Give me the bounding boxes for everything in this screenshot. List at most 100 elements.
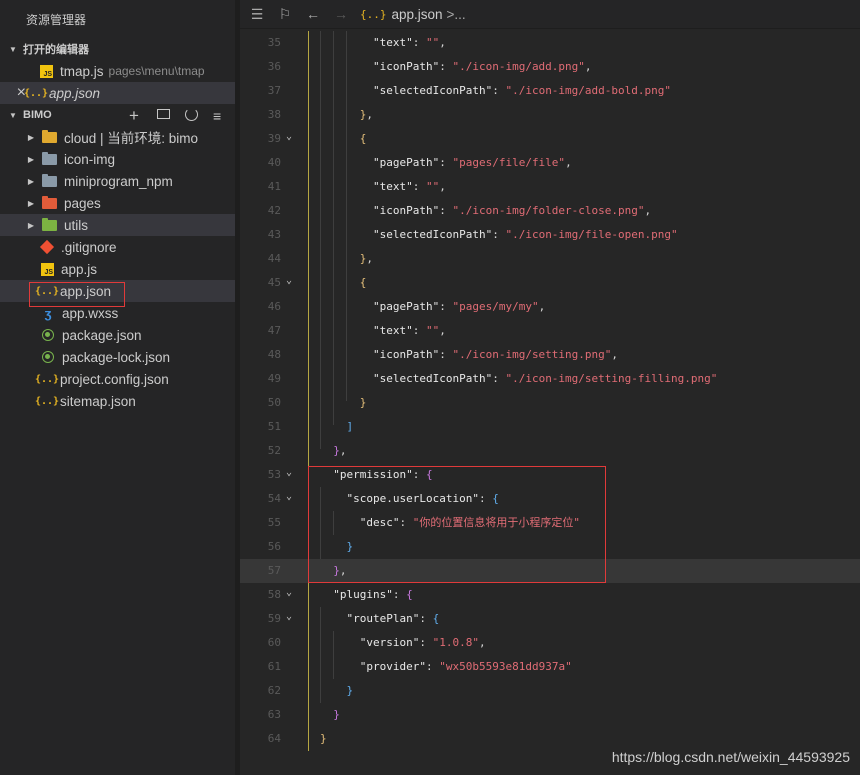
code-line[interactable]: 56 }: [240, 535, 860, 559]
tree-item-app-wxss[interactable]: ʒ app.wxss: [0, 302, 235, 324]
code-line[interactable]: 48 "iconPath": "./icon-img/setting.png",: [240, 343, 860, 367]
code-token: }: [333, 444, 340, 457]
code-text: },: [320, 559, 346, 583]
code-line[interactable]: 44 },: [240, 247, 860, 271]
code-line[interactable]: 58 ⌄ "plugins": {: [240, 583, 860, 607]
code-text: }: [320, 679, 354, 703]
explorer-title: 资源管理器: [26, 13, 87, 27]
code-token: ,: [538, 300, 546, 313]
json-file-icon: {..}: [34, 285, 60, 297]
code-line[interactable]: 52 },: [240, 439, 860, 463]
line-number: 55: [267, 516, 281, 529]
new-folder-icon[interactable]: [157, 109, 170, 119]
code-editor[interactable]: ☰ ⚐ ← → {..} app.json >... 35 "text": ""…: [240, 0, 860, 775]
code-token: "desc": [359, 516, 400, 529]
code-line[interactable]: 39 ⌄ {: [240, 127, 860, 151]
code-token: ,: [611, 348, 619, 361]
js-file-icon: JS: [40, 64, 53, 78]
code-token: "version": [359, 636, 420, 649]
tree-item-utils[interactable]: ▶ utils: [0, 214, 235, 236]
tree-item-package-lock-json[interactable]: package-lock.json: [0, 346, 235, 368]
code-token: }: [333, 564, 340, 577]
close-icon[interactable]: ×: [0, 84, 26, 102]
code-line[interactable]: 55 "desc": "你的位置信息将用于小程序定位": [240, 511, 860, 535]
chevron-right-icon: ▶: [27, 176, 35, 186]
line-number: 44: [267, 252, 281, 265]
fold-chevron-icon[interactable]: ⌄: [286, 487, 300, 507]
fold-chevron-icon[interactable]: ⌄: [286, 463, 300, 483]
code-line[interactable]: 57 },: [240, 559, 860, 583]
code-line[interactable]: 49 "selectedIconPath": "./icon-img/setti…: [240, 367, 860, 391]
code-line[interactable]: 62 }: [240, 679, 860, 703]
code-line[interactable]: 42 "iconPath": "./icon-img/folder-close.…: [240, 199, 860, 223]
fold-chevron-icon[interactable]: ⌄: [286, 583, 300, 603]
code-line[interactable]: 50 }: [240, 391, 860, 415]
code-token: "pagePath": [372, 300, 440, 313]
tree-item-label: project.config.json: [60, 371, 169, 387]
tree-item-app-json[interactable]: {..} app.json: [0, 280, 235, 302]
code-token: :: [439, 348, 453, 361]
code-line[interactable]: 45 ⌄ {: [240, 271, 860, 295]
code-line[interactable]: 54 ⌄ "scope.userLocation": {: [240, 487, 860, 511]
folder-icon: [42, 151, 57, 165]
code-line[interactable]: 37 "selectedIconPath": "./icon-img/add-b…: [240, 79, 860, 103]
code-line[interactable]: 35 "text": "",: [240, 31, 860, 55]
code-token: "plugins": [333, 588, 393, 601]
tree-item-miniprogram-npm[interactable]: ▶ miniprogram_npm: [0, 170, 235, 192]
new-file-icon[interactable]: +: [129, 106, 139, 126]
code-token: "pages/file/file": [452, 156, 566, 169]
open-editors-section[interactable]: ▼ 打开的编辑器: [0, 38, 235, 60]
code-line[interactable]: 61 "provider": "wx50b5593e81dd937a": [240, 655, 860, 679]
code-line[interactable]: 63 }: [240, 703, 860, 727]
refresh-icon[interactable]: [185, 108, 198, 121]
open-editor-app-json[interactable]: × {..} app.json: [0, 82, 235, 104]
fold-chevron-icon[interactable]: ⌄: [286, 271, 300, 291]
code-token: "text": [372, 180, 413, 193]
line-number: 36: [267, 60, 281, 73]
js-file-icon: JS: [41, 262, 54, 276]
code-line[interactable]: 51 ]: [240, 415, 860, 439]
tree-item-icon-img[interactable]: ▶ icon-img: [0, 148, 235, 170]
css-file-icon: ʒ: [44, 305, 52, 321]
code-line[interactable]: 47 "text": "",: [240, 319, 860, 343]
tree-item-project-config-json[interactable]: {..} project.config.json: [0, 368, 235, 390]
code-token: :: [439, 60, 453, 73]
code-token: "": [425, 36, 440, 49]
project-section[interactable]: ▼ BIMO + ≡: [0, 104, 235, 126]
collapse-all-icon[interactable]: ≡: [213, 108, 221, 124]
list-icon[interactable]: ☰: [246, 6, 268, 23]
code-line[interactable]: 38 },: [240, 103, 860, 127]
tree-item-cloud[interactable]: ▶ cloud | 当前环境: bimo: [0, 126, 235, 148]
tree-item-gitignore[interactable]: .gitignore: [0, 236, 235, 258]
tree-item-package-json[interactable]: package.json: [0, 324, 235, 346]
line-number: 58: [267, 588, 281, 601]
code-line[interactable]: 60 "version": "1.0.8",: [240, 631, 860, 655]
forward-arrow-icon[interactable]: →: [330, 6, 352, 22]
fold-chevron-icon[interactable]: ⌄: [286, 607, 300, 627]
code-line[interactable]: 53 ⌄ "permission": {: [240, 463, 860, 487]
line-number: 38: [267, 108, 281, 121]
fold-chevron-icon[interactable]: ⌄: [286, 127, 300, 147]
tree-item-app-js[interactable]: JS app.js: [0, 258, 235, 280]
code-line[interactable]: 64}: [240, 727, 860, 751]
back-arrow-icon[interactable]: ←: [302, 6, 324, 22]
tree-item-pages[interactable]: ▶ pages: [0, 192, 235, 214]
breadcrumb-more[interactable]: >...: [447, 7, 466, 22]
breadcrumb-file[interactable]: app.json: [392, 7, 443, 22]
bookmark-icon[interactable]: ⚐: [274, 6, 296, 23]
code-line[interactable]: 40 "pagePath": "pages/file/file",: [240, 151, 860, 175]
code-line[interactable]: 46 "pagePath": "pages/my/my",: [240, 295, 860, 319]
open-editor-tmap-js[interactable]: JS tmap.js pages\menu\tmap: [0, 60, 235, 82]
code-line[interactable]: 59 ⌄ "routePlan": {: [240, 607, 860, 631]
code-token: :: [439, 300, 453, 313]
line-number: 46: [267, 300, 281, 313]
code-token: "permission": [333, 468, 413, 481]
code-text: "iconPath": "./icon-img/add.png",: [320, 55, 592, 79]
code-line[interactable]: 41 "text": "",: [240, 175, 860, 199]
tree-item-sitemap-json[interactable]: {..} sitemap.json: [0, 390, 235, 412]
code-line[interactable]: 36 "iconPath": "./icon-img/add.png",: [240, 55, 860, 79]
code-line[interactable]: 43 "selectedIconPath": "./icon-img/file-…: [240, 223, 860, 247]
code-token: }: [346, 540, 354, 553]
